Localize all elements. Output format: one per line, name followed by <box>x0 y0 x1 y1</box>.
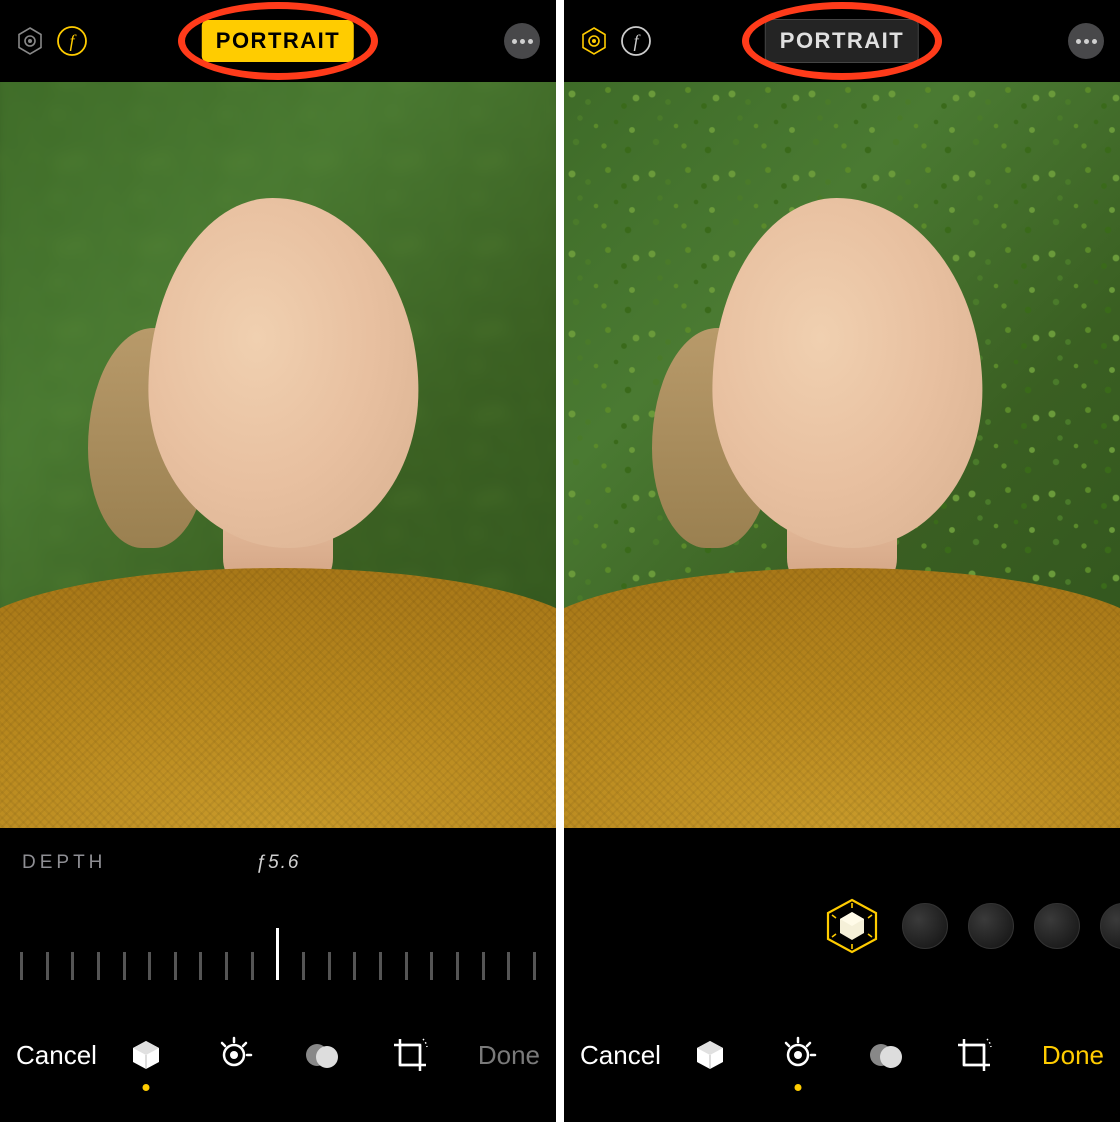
depth-slider[interactable] <box>20 928 536 980</box>
more-button[interactable] <box>1068 23 1104 59</box>
depth-label: DEPTH <box>22 852 106 874</box>
depth-tick <box>379 952 382 980</box>
live-photo-icon[interactable] <box>576 23 612 59</box>
lighting-options-row[interactable] <box>564 896 1120 956</box>
more-icon <box>512 39 517 44</box>
bottom-toolbar: Cancel Done <box>564 1008 1120 1122</box>
topbar: f PORTRAIT <box>0 0 556 82</box>
depth-tick <box>123 952 126 980</box>
more-button[interactable] <box>504 23 540 59</box>
lighting-option[interactable] <box>968 903 1014 949</box>
phone-left: f PORTRAIT DEPTH ƒ5.6 . Cancel <box>0 0 556 1122</box>
active-tool-indicator <box>795 1084 802 1091</box>
aperture-f-icon[interactable]: f <box>54 23 90 59</box>
lighting-cube-icon <box>822 896 882 956</box>
photo-preview[interactable] <box>564 82 1120 828</box>
depth-tick <box>456 952 459 980</box>
depth-tick <box>430 952 433 980</box>
depth-tick <box>46 952 49 980</box>
depth-tick <box>20 952 23 980</box>
depth-tick <box>353 952 356 980</box>
portrait-mode-badge[interactable]: PORTRAIT <box>765 19 919 63</box>
done-button[interactable]: Done <box>478 1040 540 1071</box>
filters-tool-button[interactable] <box>300 1033 344 1077</box>
depth-tick <box>302 952 305 980</box>
cancel-button[interactable]: Cancel <box>16 1040 97 1071</box>
portrait-mode-badge[interactable]: PORTRAIT <box>202 20 354 62</box>
depth-tick <box>328 952 331 980</box>
portrait-tool-button[interactable] <box>124 1033 168 1077</box>
topbar: f PORTRAIT <box>564 0 1120 82</box>
depth-tick <box>71 952 74 980</box>
live-photo-icon[interactable] <box>12 23 48 59</box>
photo-subject <box>564 82 1120 828</box>
lighting-option[interactable] <box>1100 903 1120 949</box>
crop-tool-button[interactable] <box>388 1033 432 1077</box>
depth-control-area: DEPTH ƒ5.6 . <box>0 828 556 1008</box>
depth-tick <box>174 952 177 980</box>
aperture-f-icon[interactable]: f <box>618 23 654 59</box>
portrait-cube-icon <box>126 1035 166 1075</box>
portrait-cube-icon <box>690 1035 730 1075</box>
depth-value: ƒ5.6 <box>256 852 301 874</box>
done-button[interactable]: Done <box>1042 1040 1104 1071</box>
cancel-button[interactable]: Cancel <box>580 1040 661 1071</box>
depth-tick <box>97 952 100 980</box>
lighting-option[interactable] <box>902 903 948 949</box>
depth-tick <box>276 928 279 980</box>
more-icon <box>1076 39 1081 44</box>
bottom-toolbar: Cancel Done <box>0 1008 556 1122</box>
svg-text:f: f <box>633 31 641 51</box>
active-tool-indicator <box>143 1084 150 1091</box>
lighting-selected-frame[interactable] <box>822 896 882 956</box>
adjust-tool-button[interactable] <box>776 1033 820 1077</box>
crop-rotate-icon <box>389 1034 431 1076</box>
adjust-dial-icon <box>778 1035 818 1075</box>
depth-tick <box>199 952 202 980</box>
photo-subject <box>0 82 556 828</box>
filters-tool-button[interactable] <box>864 1033 908 1077</box>
depth-tick <box>507 952 510 980</box>
filters-circles-icon <box>302 1035 342 1075</box>
crop-tool-button[interactable] <box>952 1033 996 1077</box>
phone-right: f PORTRAIT <box>564 0 1120 1122</box>
photo-preview[interactable] <box>0 82 556 828</box>
portrait-tool-button[interactable] <box>688 1033 732 1077</box>
svg-text:f: f <box>69 31 77 51</box>
lighting-option[interactable] <box>1034 903 1080 949</box>
depth-tick <box>482 952 485 980</box>
depth-tick <box>225 952 228 980</box>
depth-tick <box>251 952 254 980</box>
crop-rotate-icon <box>953 1034 995 1076</box>
depth-tick <box>533 952 536 980</box>
adjust-dial-icon <box>214 1035 254 1075</box>
filters-circles-icon <box>866 1035 906 1075</box>
depth-tick <box>405 952 408 980</box>
depth-tick <box>148 952 151 980</box>
adjust-tool-button[interactable] <box>212 1033 256 1077</box>
lighting-control-area <box>564 828 1120 1008</box>
